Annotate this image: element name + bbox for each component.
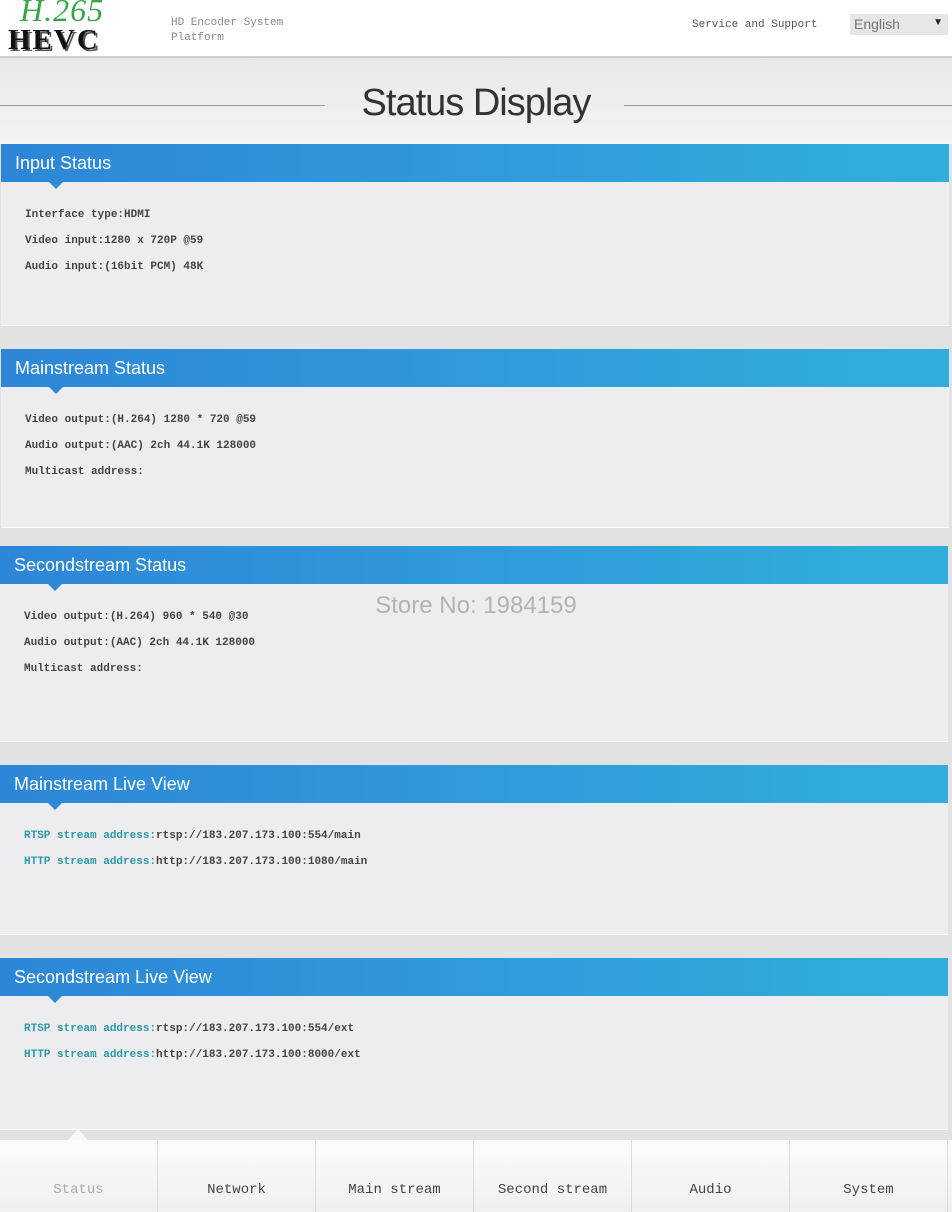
video-output: Video output:(H.264) 1280 * 720 @59 bbox=[25, 414, 257, 426]
watermark: Store No: 1984159 bbox=[375, 592, 577, 619]
tab-main-stream[interactable]: Main stream bbox=[316, 1140, 474, 1212]
http-address[interactable]: HTTP stream address:http://183.207.173.1… bbox=[24, 856, 924, 882]
tab-audio[interactable]: Audio bbox=[632, 1140, 790, 1212]
header: H.265 HEVC HD Encoder System Platform Se… bbox=[0, 0, 952, 58]
tab-status[interactable]: Status bbox=[0, 1140, 158, 1212]
platform-line2: Platform bbox=[171, 32, 224, 44]
http-address[interactable]: HTTP stream address:http://183.207.173.1… bbox=[24, 1049, 924, 1075]
mainstream-status-panel: Mainstream Status Video output:(H.264) 1… bbox=[1, 349, 949, 528]
secondstream-status-panel: Secondstream Status Video output:(H.264)… bbox=[0, 546, 948, 742]
tab-second-stream[interactable]: Second stream bbox=[474, 1140, 632, 1212]
language-value: English bbox=[854, 16, 900, 32]
panel-title: Mainstream Status bbox=[1, 349, 949, 394]
panel-title: Secondstream Live View bbox=[0, 958, 948, 1003]
panel-title: Secondstream Status bbox=[0, 546, 948, 591]
page-title: Status Display bbox=[361, 82, 592, 124]
rtsp-label: RTSP stream address: bbox=[24, 1023, 157, 1035]
service-support-link[interactable]: Service and Support bbox=[692, 19, 817, 31]
interface-type: Interface type:HDMI bbox=[25, 209, 151, 221]
rtsp-url[interactable]: rtsp://183.207.173.100:554/ext bbox=[156, 1023, 354, 1035]
tab-network[interactable]: Network bbox=[158, 1140, 316, 1212]
panel-title: Input Status bbox=[1, 144, 949, 189]
http-label: HTTP stream address: bbox=[24, 1049, 157, 1061]
http-label: HTTP stream address: bbox=[24, 856, 157, 868]
language-select[interactable]: English ▼ bbox=[850, 14, 948, 35]
http-url[interactable]: http://183.207.173.100:8000/ext bbox=[156, 1049, 361, 1061]
panel-title: Mainstream Live View bbox=[0, 765, 948, 810]
dropdown-arrow-icon: ▼ bbox=[933, 17, 943, 28]
audio-output: Audio output:(AAC) 2ch 44.1K 128000 bbox=[24, 637, 256, 649]
secondstream-live-view-panel: Secondstream Live View RTSP stream addre… bbox=[0, 958, 948, 1130]
audio-input: Audio input:(16bit PCM) 48K bbox=[25, 261, 204, 273]
multicast-address: Multicast address: bbox=[25, 466, 144, 478]
platform-name: HD Encoder System Platform bbox=[171, 16, 283, 46]
platform-line1: HD Encoder System bbox=[171, 17, 284, 29]
rtsp-label: RTSP stream address: bbox=[24, 830, 157, 842]
multicast-address: Multicast address: bbox=[24, 663, 143, 675]
video-input: Video input:1280 x 720P @59 bbox=[25, 235, 204, 247]
mainstream-live-view-panel: Mainstream Live View RTSP stream address… bbox=[0, 765, 948, 935]
rtsp-address[interactable]: RTSP stream address:rtsp://183.207.173.1… bbox=[24, 830, 924, 856]
title-bar: Status Display bbox=[0, 60, 952, 144]
audio-output: Audio output:(AAC) 2ch 44.1K 128000 bbox=[25, 440, 257, 452]
logo-hevc: HEVC bbox=[8, 24, 100, 56]
active-tab-indicator bbox=[68, 1129, 88, 1140]
rtsp-url[interactable]: rtsp://183.207.173.100:554/main bbox=[156, 830, 361, 842]
bottom-nav: Status Network Main stream Second stream… bbox=[0, 1140, 952, 1212]
http-url[interactable]: http://183.207.173.100:1080/main bbox=[156, 856, 367, 868]
tab-system[interactable]: System bbox=[790, 1140, 948, 1212]
rtsp-address[interactable]: RTSP stream address:rtsp://183.207.173.1… bbox=[24, 1023, 924, 1049]
input-status-panel: Input Status Interface type:HDMI Video i… bbox=[1, 144, 949, 326]
logo: H.265 HEVC bbox=[8, 0, 138, 56]
